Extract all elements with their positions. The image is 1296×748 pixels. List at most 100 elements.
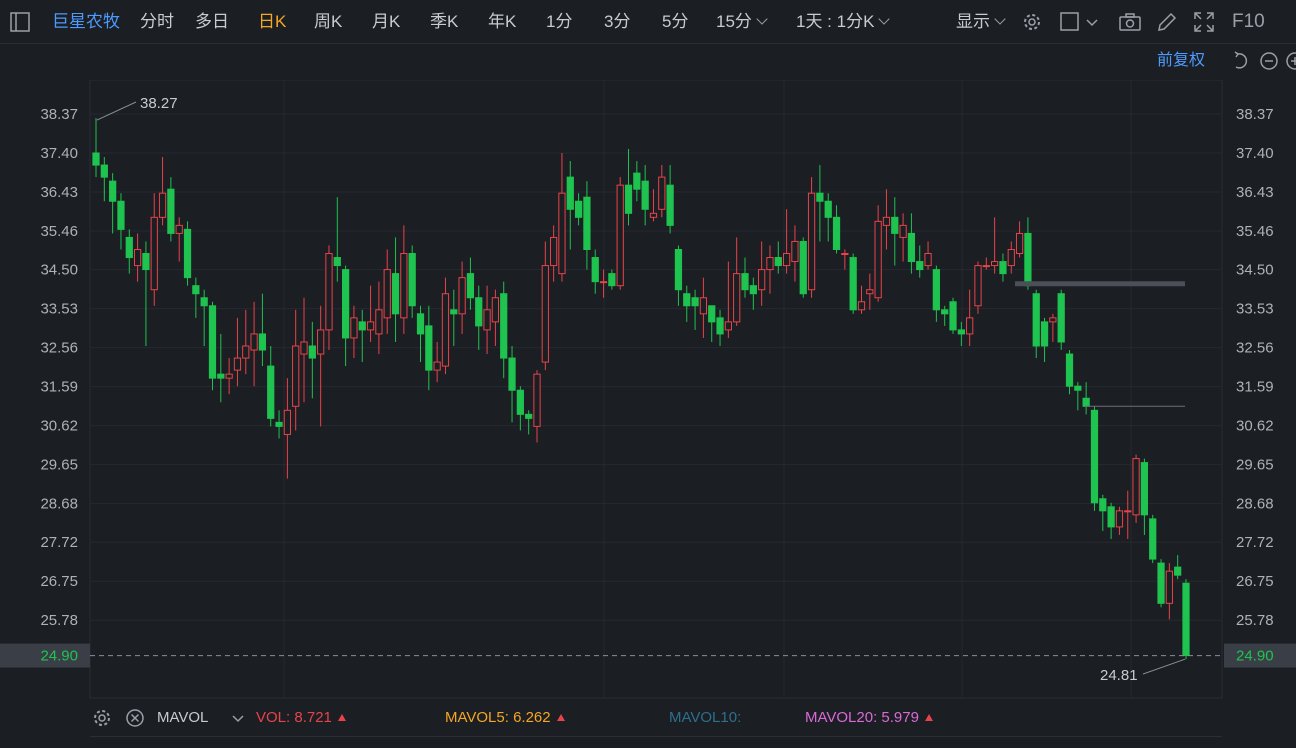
candle: [408, 245, 416, 318]
candle-body-up: [599, 281, 608, 284]
candle: [333, 197, 341, 282]
tab-period-1min[interactable]: 1分: [546, 10, 572, 34]
candle-body-up: [1115, 510, 1124, 528]
candle: [450, 289, 458, 346]
candle: [225, 358, 233, 395]
candle-body-up: [233, 357, 242, 371]
chevron-down-icon[interactable]: [226, 706, 244, 730]
candle: [267, 345, 275, 427]
candle-body-down: [691, 297, 699, 307]
y-tick-label-left: 33.53: [40, 301, 78, 318]
candle-body-down: [832, 216, 841, 250]
candle-body-up: [658, 176, 666, 210]
candle: [616, 177, 624, 290]
candle-body-up: [175, 224, 183, 234]
candle-body-down: [957, 329, 965, 335]
candle-body-down: [716, 317, 724, 335]
tab-period-daily[interactable]: 日K: [258, 10, 286, 34]
candle-body-up: [924, 253, 932, 267]
candle-body-down: [1090, 409, 1099, 504]
gear-icon[interactable]: [1020, 10, 1044, 34]
candle: [1024, 217, 1032, 290]
candle-body-down: [466, 273, 475, 299]
candle: [758, 241, 766, 306]
candle: [924, 241, 932, 270]
sidebar-toggle-icon[interactable]: [8, 10, 32, 34]
period-combo-select[interactable]: 1天 : 1分K: [796, 10, 891, 34]
chevron-down-icon[interactable]: [1080, 10, 1098, 34]
tab-period-yearly[interactable]: 年K: [488, 10, 516, 34]
candle: [774, 241, 782, 274]
candle: [242, 309, 250, 375]
candle: [916, 245, 924, 278]
candle: [1140, 458, 1149, 535]
tab-period-monthly[interactable]: 月K: [372, 10, 400, 34]
candle: [841, 249, 849, 270]
candle-body-up: [366, 321, 375, 331]
kline-chart-canvas[interactable]: 38.37 37.40 36.43 35.46 34.50 33.53 32.56 31.59…: [0, 80, 1296, 700]
candle-body-down: [183, 228, 192, 279]
price-adjust-label[interactable]: 前复权: [1157, 50, 1205, 72]
candle: [832, 205, 841, 254]
candle-body-up: [782, 253, 791, 267]
tab-period-15min[interactable]: 15分: [716, 10, 768, 34]
candle-body-up: [383, 269, 391, 319]
tab-period-weekly[interactable]: 周K: [314, 10, 342, 34]
fullscreen-icon[interactable]: [1192, 10, 1216, 34]
gear-icon[interactable]: [90, 706, 114, 730]
kline-chart[interactable]: 38.37 37.40 36.43 35.46 34.50 33.53 32.56 31.59…: [0, 80, 1296, 700]
high-price-label: 38.27: [140, 95, 178, 112]
candle: [100, 157, 108, 202]
tab-period-intraday[interactable]: 分时: [140, 10, 174, 34]
candle-body-down: [816, 192, 824, 202]
candle: [1049, 313, 1057, 342]
indicator-select[interactable]: MAVOL: [157, 708, 208, 728]
candle-body-up: [558, 192, 566, 275]
candle: [799, 237, 807, 298]
candle-body-up: [1165, 570, 1173, 604]
tab-period-quarterly[interactable]: 季K: [430, 10, 458, 34]
candle: [400, 225, 408, 334]
candle: [383, 249, 391, 334]
candle-body-up: [966, 317, 974, 335]
layout-select-icon[interactable]: [1058, 10, 1082, 34]
candle: [1040, 317, 1049, 363]
display-menu[interactable]: 显示: [956, 10, 1006, 34]
candle-body-up: [874, 220, 882, 299]
f10-button[interactable]: F10: [1232, 10, 1265, 34]
zoom-out-icon[interactable]: [1258, 50, 1280, 72]
camera-icon[interactable]: [1118, 10, 1142, 34]
low-pointer: [1142, 658, 1186, 675]
candle: [208, 301, 217, 391]
candle: [907, 213, 916, 274]
candle: [957, 321, 965, 346]
stock-name[interactable]: 巨星农牧: [52, 10, 120, 34]
tab-period-15min-label: 15分: [716, 12, 752, 31]
candle-body-down: [741, 273, 749, 291]
candle-body-down: [1157, 562, 1165, 604]
candle-body-down: [674, 248, 683, 291]
tab-period-5min[interactable]: 5分: [662, 10, 688, 34]
candle-body-down: [749, 285, 757, 295]
candle: [475, 285, 483, 351]
y-tick-label-right: 31.59: [1236, 379, 1274, 396]
candle: [599, 269, 608, 298]
candle: [699, 277, 708, 338]
chevron-down-icon: [994, 13, 1006, 25]
candle-body-up: [158, 192, 167, 218]
candle-body-down: [666, 184, 674, 226]
pencil-icon[interactable]: [1155, 10, 1179, 34]
candle: [1107, 502, 1115, 539]
y-tick-label-right: 27.72: [1236, 534, 1274, 551]
candle: [857, 285, 866, 314]
candle: [633, 161, 641, 202]
candle: [275, 410, 283, 439]
candle-body-down: [1107, 506, 1115, 528]
y-tick-label-left: 25.78: [40, 612, 78, 629]
close-icon[interactable]: [123, 706, 147, 730]
zoom-in-icon[interactable]: [1284, 50, 1296, 72]
tab-period-multiday[interactable]: 多日: [195, 10, 229, 34]
candle-body-down: [683, 293, 691, 307]
tab-period-3min[interactable]: 3分: [604, 10, 630, 34]
undo-icon[interactable]: [1230, 50, 1252, 72]
